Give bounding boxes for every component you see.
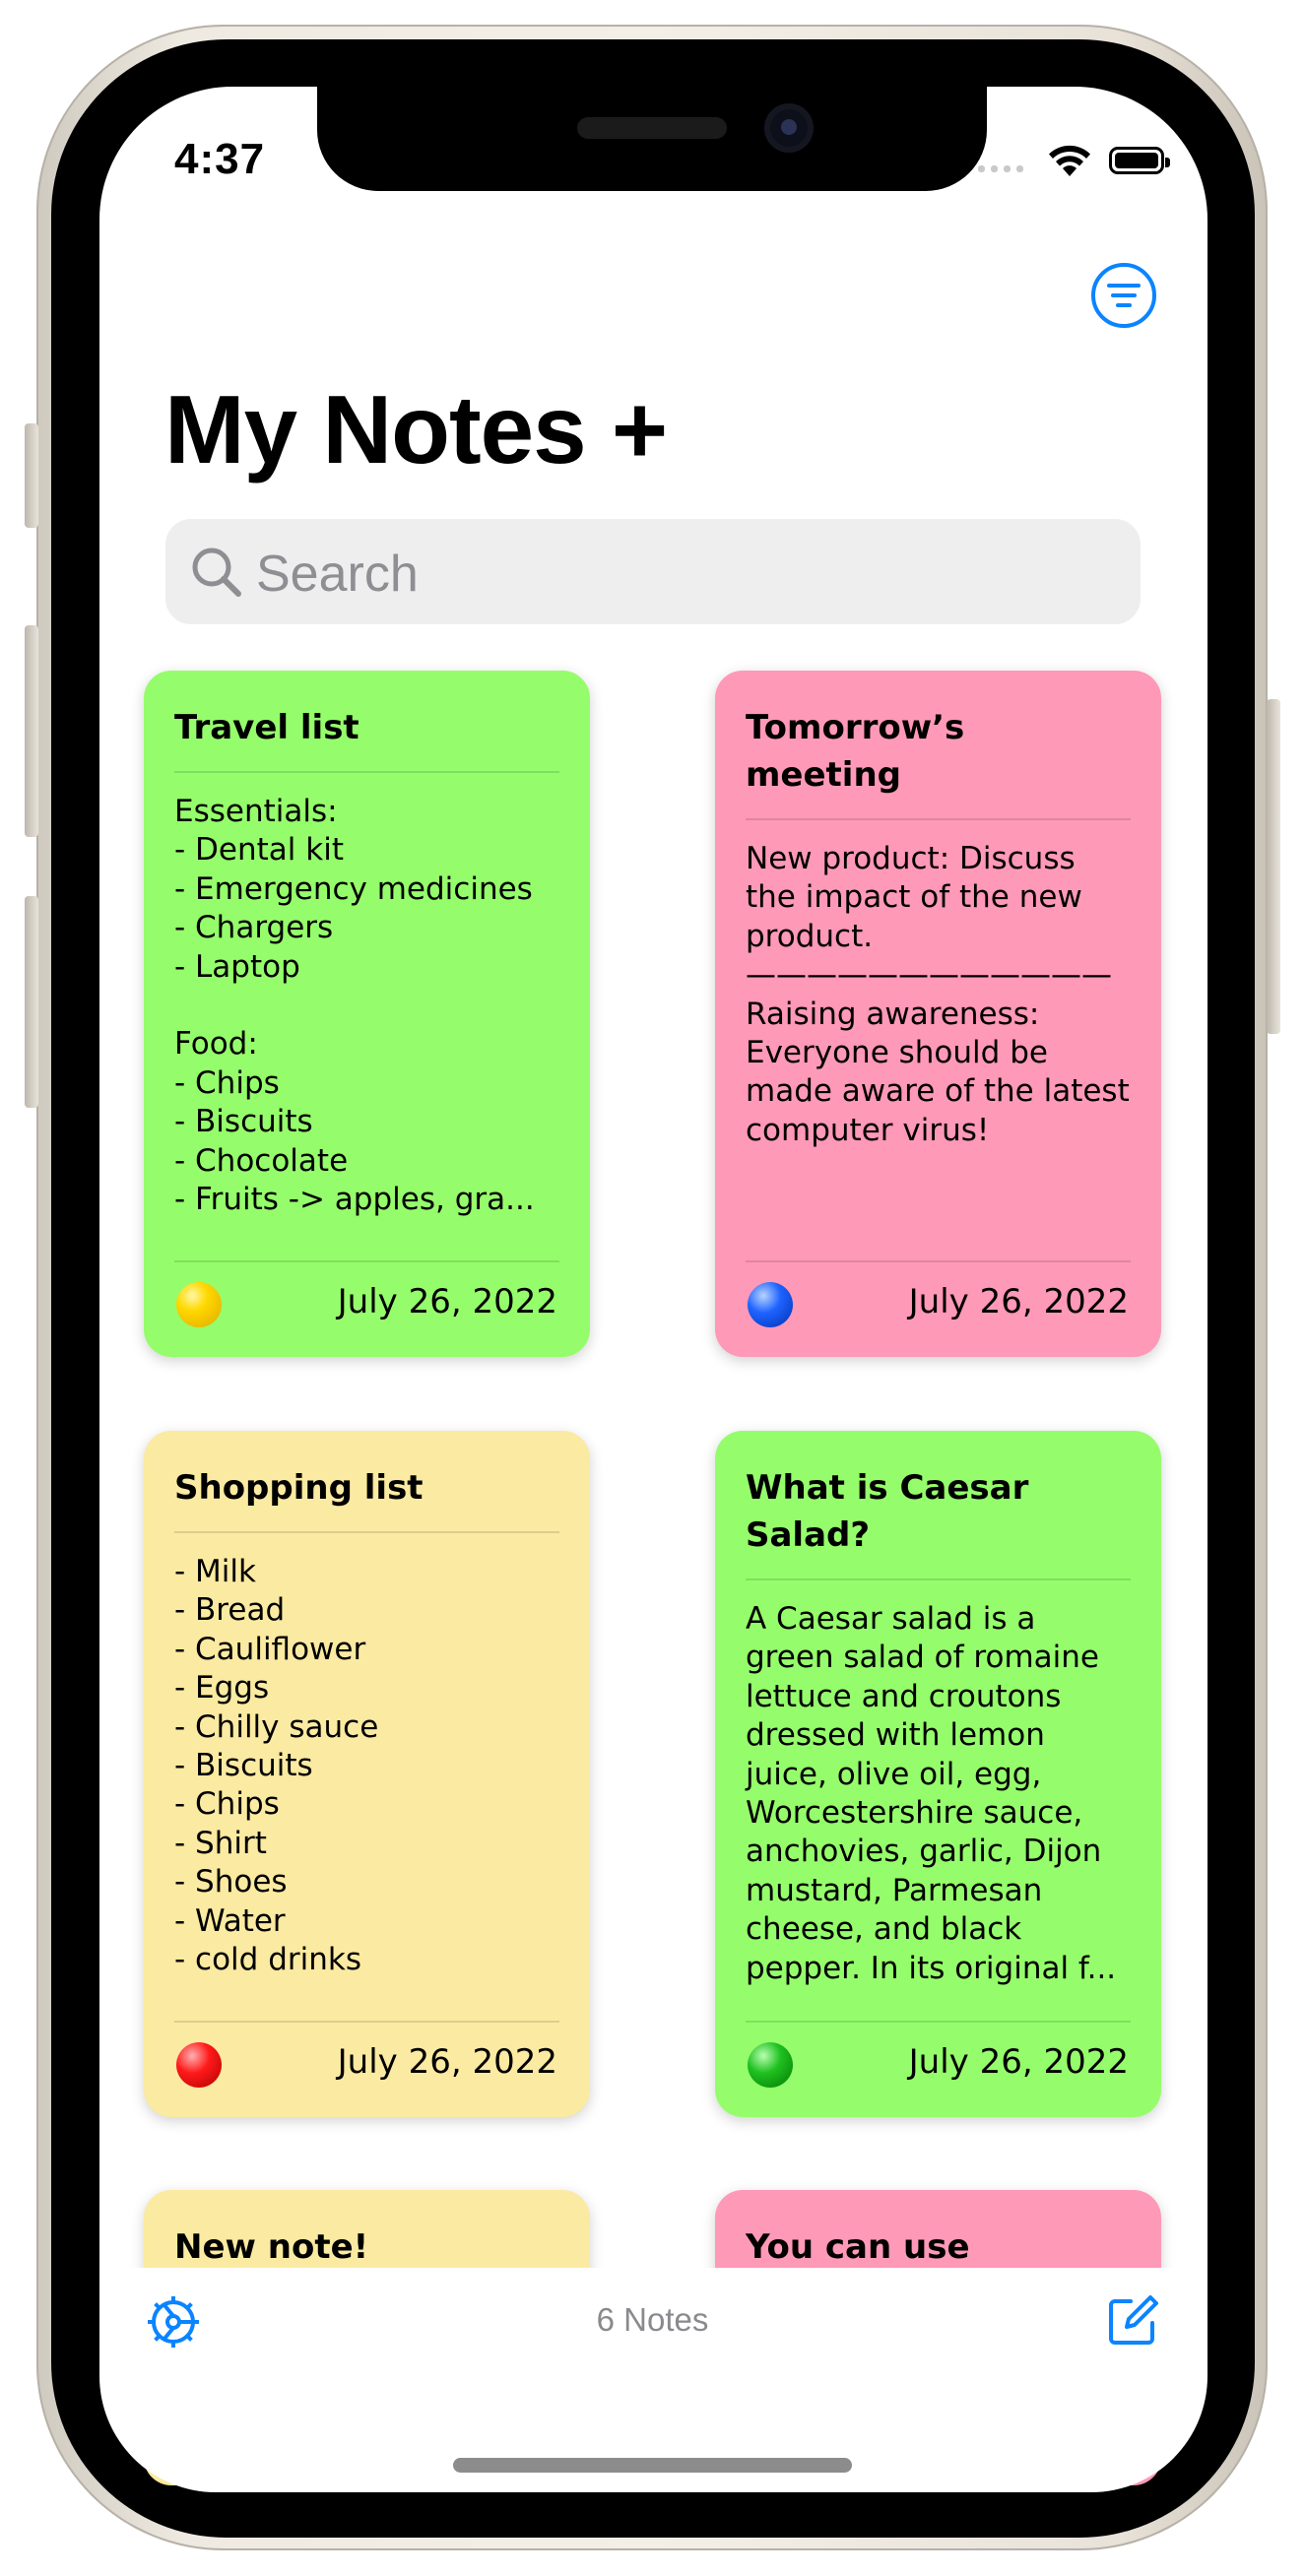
- red-dot-icon: [176, 2042, 222, 2088]
- note-title: Tomorrow’s meeting: [746, 708, 965, 795]
- note-title: You can use: [746, 2227, 970, 2267]
- note-body: Essentials: - Dental kit - Emergency med…: [174, 794, 535, 1218]
- filter-icon: [1107, 284, 1141, 288]
- note-card[interactable]: What is Caesar Salad? A Caesar salad is …: [715, 1431, 1161, 2117]
- note-title: What is Caesar Salad?: [746, 1468, 1029, 1555]
- cellular-signal-icon: [978, 165, 1023, 172]
- note-title: New note!: [174, 2227, 369, 2267]
- note-card[interactable]: Tomorrow’s meeting New product: Discuss …: [715, 671, 1161, 1357]
- wifi-icon: [1049, 145, 1090, 176]
- note-footer: July 26, 2022: [174, 1260, 559, 1357]
- filter-button[interactable]: [1091, 263, 1156, 328]
- battery-icon: [1109, 147, 1170, 174]
- earpiece-speaker: [577, 117, 727, 139]
- power-button: [1267, 699, 1280, 1034]
- volume-up-button: [25, 625, 38, 837]
- front-camera: [764, 103, 814, 153]
- page-title: My Notes +: [164, 375, 668, 483]
- note-body: A Caesar salad is a green salad of romai…: [746, 1601, 1117, 1986]
- note-body: - Milk - Bread - Cauliflower - Eggs - Ch…: [174, 1554, 379, 1978]
- note-card[interactable]: Shopping list - Milk - Bread - Cauliflow…: [144, 1431, 590, 2117]
- note-date: July 26, 2022: [908, 1282, 1129, 1321]
- green-dot-icon: [748, 2042, 793, 2088]
- divider: [746, 1578, 1131, 1580]
- search-icon: [192, 547, 241, 597]
- search-placeholder: Search: [256, 546, 419, 603]
- silent-switch: [25, 423, 38, 528]
- note-footer: July 26, 2022: [746, 1260, 1131, 1357]
- search-bar[interactable]: Search: [165, 519, 1141, 624]
- note-card[interactable]: Travel list Essentials: - Dental kit - E…: [144, 671, 590, 1357]
- divider: [174, 771, 559, 773]
- notch: [317, 87, 987, 191]
- divider: [174, 1531, 559, 1533]
- note-title: Travel list: [174, 708, 359, 747]
- toolbar-bottom-area: [99, 2376, 1207, 2492]
- note-date: July 26, 2022: [337, 1282, 557, 1321]
- blue-dot-icon: [748, 1282, 793, 1327]
- note-title: Shopping list: [174, 1468, 424, 1508]
- note-footer: July 26, 2022: [174, 2021, 559, 2117]
- compose-icon[interactable]: [1103, 2291, 1162, 2351]
- home-indicator[interactable]: [453, 2458, 852, 2473]
- note-date: July 26, 2022: [337, 2042, 557, 2082]
- divider: [746, 818, 1131, 820]
- note-body: New product: Discuss the impact of the n…: [746, 841, 1130, 1148]
- yellow-dot-icon: [176, 1282, 222, 1327]
- note-date: July 26, 2022: [908, 2042, 1129, 2082]
- volume-down-button: [25, 896, 38, 1108]
- note-footer: July 26, 2022: [746, 2021, 1131, 2117]
- status-time: 4:37: [174, 135, 266, 183]
